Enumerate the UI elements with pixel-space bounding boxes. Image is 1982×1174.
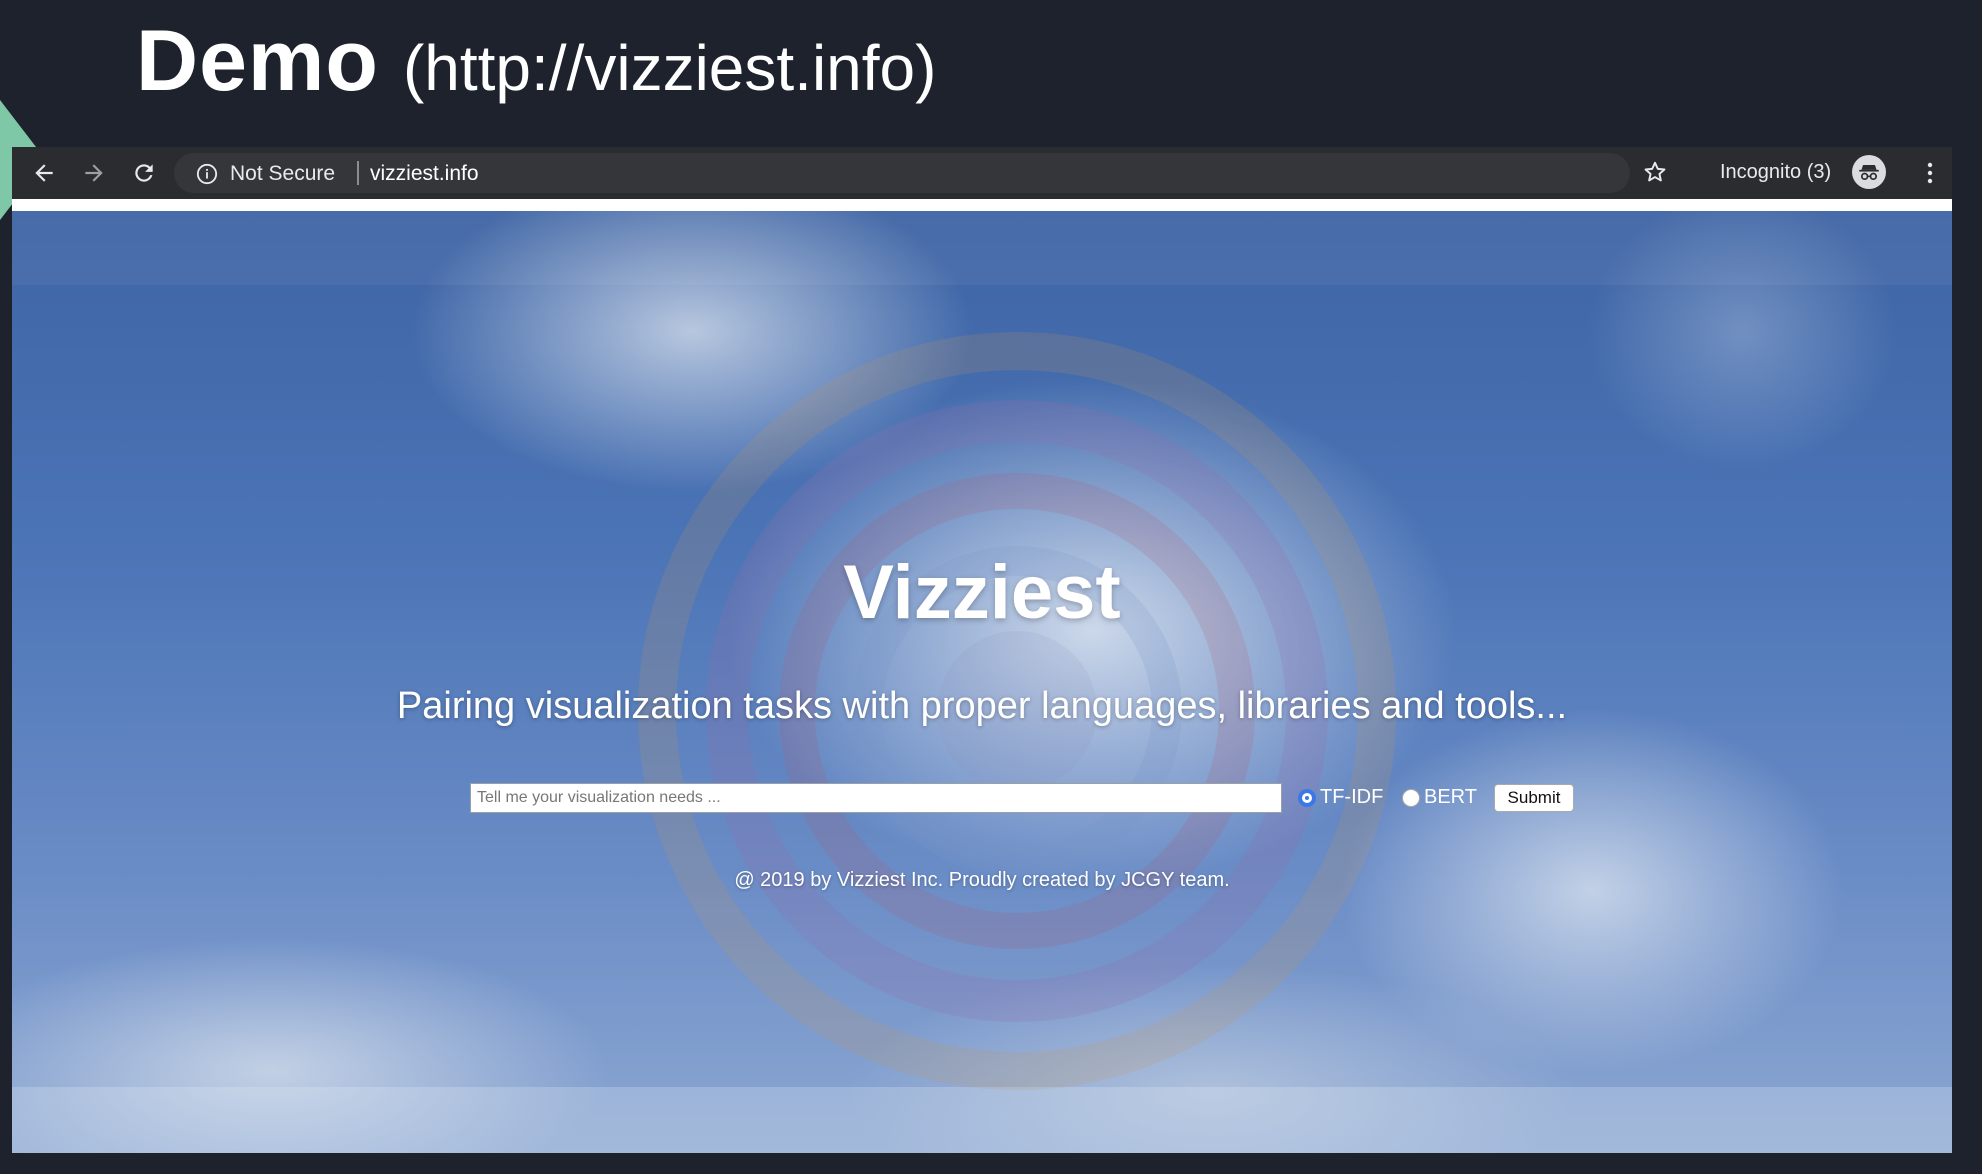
background-rings-graphic: [638, 332, 1396, 1090]
slide-title-url: (http://vizziest.info): [402, 32, 937, 104]
info-icon[interactable]: [196, 163, 218, 185]
reload-button[interactable]: [126, 155, 162, 191]
tfidf-radio[interactable]: [1298, 789, 1316, 807]
back-button[interactable]: [26, 155, 62, 191]
site-tagline: Pairing visualization tasks with proper …: [396, 685, 1568, 727]
incognito-glyph: [1859, 164, 1879, 181]
url-text[interactable]: vizziest.info: [370, 162, 479, 186]
page-top-strip: [12, 199, 1952, 211]
security-status[interactable]: Not Secure: [230, 162, 335, 186]
forward-button[interactable]: [76, 155, 112, 191]
site-title: Vizziest: [843, 550, 1121, 635]
address-bar-divider: [357, 161, 359, 185]
arrow-left-icon: [35, 164, 53, 182]
browser-window: Not Secure vizziest.info Incognito (3) V…: [12, 147, 1952, 1153]
slide-title-strong: Demo: [136, 13, 379, 109]
bert-label[interactable]: BERT: [1424, 786, 1477, 809]
star-icon[interactable]: [1642, 159, 1668, 185]
footer-copyright: @ 2019 by Vizziest Inc. Proudly created …: [734, 869, 1230, 891]
browser-toolbar: Not Secure vizziest.info Incognito (3): [12, 147, 1952, 199]
tfidf-label[interactable]: TF-IDF: [1320, 786, 1383, 809]
incognito-label[interactable]: Incognito (3): [1720, 161, 1831, 184]
bert-radio[interactable]: [1402, 789, 1420, 807]
search-input[interactable]: [470, 783, 1282, 813]
address-bar[interactable]: Not Secure vizziest.info: [174, 153, 1630, 193]
page-header-band: [12, 211, 1952, 285]
vertical-dots-icon[interactable]: [1918, 159, 1942, 187]
reload-icon: [135, 164, 153, 182]
slide-title: Demo (http://vizziest.info): [136, 12, 936, 111]
arrow-right-icon: [85, 164, 103, 182]
incognito-icon[interactable]: [1852, 155, 1886, 189]
submit-button[interactable]: Submit: [1494, 784, 1574, 812]
page-viewport: Vizziest Pairing visualization tasks wit…: [12, 211, 1952, 1153]
